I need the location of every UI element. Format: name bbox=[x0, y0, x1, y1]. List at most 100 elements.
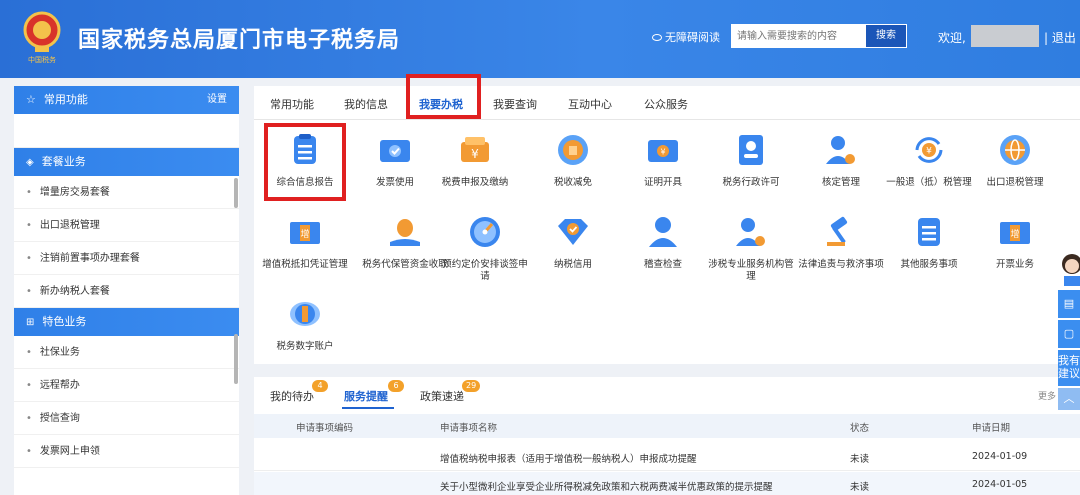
tab-my-info[interactable]: 我的信息 bbox=[344, 96, 388, 112]
sidebar-item[interactable]: • 新办纳税人套餐 bbox=[14, 275, 239, 308]
sidebar-item[interactable]: • 发票网上申领 bbox=[14, 435, 239, 468]
scrollbar-thumb[interactable] bbox=[234, 178, 238, 208]
tab-policy-express[interactable]: 政策速递 bbox=[420, 388, 464, 404]
assistant-avatar-icon[interactable] bbox=[1058, 252, 1080, 286]
service-item[interactable]: 法律追责与救济事项 bbox=[796, 214, 886, 271]
settings-link[interactable]: 设置 bbox=[207, 86, 227, 114]
suggestion-button[interactable]: 我有建议 bbox=[1058, 350, 1080, 386]
column-header: 状态 bbox=[850, 423, 870, 434]
svg-text:增: 增 bbox=[1010, 228, 1019, 240]
tab-common[interactable]: 常用功能 bbox=[270, 96, 314, 112]
bullet-icon: • bbox=[26, 380, 32, 391]
tab-my-todo[interactable]: 我的待办 bbox=[270, 388, 314, 404]
more-link[interactable]: 更多 bbox=[1038, 389, 1056, 402]
agency-user-icon bbox=[736, 218, 765, 246]
sidebar-item[interactable]: • 远程帮办 bbox=[14, 369, 239, 402]
sidebar-item-label: 授信查询 bbox=[39, 413, 80, 424]
sidebar-item[interactable]: • 出口退税管理 bbox=[14, 209, 239, 242]
search-input[interactable] bbox=[731, 24, 865, 48]
sidebar-empty-area bbox=[14, 114, 239, 148]
service-item[interactable]: 核定管理 bbox=[796, 132, 886, 189]
sidebar-header: ☆ 常用功能 设置 bbox=[14, 86, 239, 114]
service-item[interactable]: 税收减免 bbox=[528, 132, 618, 189]
sidebar-item-label: 增量房交易套餐 bbox=[39, 187, 110, 198]
inspector-icon bbox=[649, 217, 677, 247]
accessibility-link[interactable]: 无障碍阅读 bbox=[652, 29, 720, 45]
tab-service-reminder[interactable]: 服务提醒 bbox=[344, 388, 388, 404]
gavel-icon bbox=[827, 216, 848, 246]
separator: | bbox=[1044, 31, 1049, 45]
service-label: 一般退（抵）税管理 bbox=[886, 177, 972, 188]
service-label: 纳税信用 bbox=[553, 259, 592, 270]
service-label: 税务行政许可 bbox=[722, 177, 780, 188]
service-item[interactable]: 稽查检查 bbox=[618, 214, 708, 271]
service-item[interactable]: 税务代保管资金收取 bbox=[360, 214, 450, 271]
service-item[interactable]: 税务数字账户 bbox=[260, 296, 350, 353]
row-status: 未读 bbox=[850, 482, 870, 493]
bullet-icon: • bbox=[26, 286, 32, 297]
search-button[interactable]: 搜索 bbox=[865, 24, 907, 48]
service-item[interactable]: 涉税专业服务机构管理 bbox=[706, 214, 796, 283]
sidebar-item[interactable]: • 社保业务 bbox=[14, 336, 239, 369]
service-label: 出口退税管理 bbox=[986, 177, 1044, 188]
tab-query[interactable]: 我要查询 bbox=[493, 96, 537, 112]
money-bag-hand-icon bbox=[390, 219, 420, 246]
feedback-doc-icon[interactable]: ▤ bbox=[1058, 290, 1080, 318]
tab-label: 政策速递 bbox=[420, 390, 464, 403]
sidebar-item[interactable]: • 注销前置事项办理套餐 bbox=[14, 242, 239, 275]
count-badge: 29 bbox=[462, 380, 481, 392]
list-doc-icon bbox=[918, 218, 940, 246]
service-item[interactable]: 增 增值税抵扣凭证管理 bbox=[260, 214, 350, 271]
tab-interaction[interactable]: 互动中心 bbox=[568, 96, 612, 112]
service-item[interactable]: 增 开票业务 bbox=[970, 214, 1060, 271]
service-label: 税收减免 bbox=[553, 177, 592, 188]
sidebar-group-package[interactable]: ◈ 套餐业务 bbox=[14, 148, 239, 176]
invoice-issue-icon: 增 bbox=[1000, 222, 1030, 244]
service-item[interactable]: 其他服务事项 bbox=[884, 214, 974, 271]
tab-public-service[interactable]: 公众服务 bbox=[644, 96, 688, 112]
eye-icon bbox=[652, 33, 662, 41]
count-badge: 6 bbox=[388, 380, 404, 392]
sidebar-item[interactable]: • 增量房交易套餐 bbox=[14, 176, 239, 209]
tab-bar: 常用功能 我的信息 我要办税 我要查询 互动中心 公众服务 bbox=[254, 86, 1080, 120]
table-row[interactable]: 增值税纳税申报表（适用于增值税一般纳税人）申报成功提醒 未读 2024-01-0… bbox=[254, 444, 1080, 471]
bullet-icon: • bbox=[26, 220, 32, 231]
service-item[interactable]: 纳税信用 bbox=[528, 214, 618, 271]
scroll-top-button[interactable]: ︿ bbox=[1058, 388, 1080, 410]
table-header: 申请事项编码 申请事项名称 状态 申请日期 bbox=[254, 414, 1080, 438]
tab-label: 我的待办 bbox=[270, 390, 314, 403]
column-header: 申请事项名称 bbox=[440, 423, 498, 434]
sidebar-group-featured[interactable]: ⊞ 特色业务 bbox=[14, 308, 239, 336]
sidebar-item-label: 发票网上申领 bbox=[39, 446, 100, 457]
logout-link[interactable]: 退出 bbox=[1052, 31, 1076, 45]
service-item[interactable]: 出口退税管理 bbox=[970, 132, 1060, 189]
bullet-icon: • bbox=[26, 253, 32, 264]
table-row[interactable]: 关于小型微利企业享受企业所得税减免政策和六税两费减半优惠政策的提示提醒 未读 2… bbox=[254, 472, 1080, 495]
service-item[interactable]: 预约定价安排谈签申请 bbox=[440, 214, 530, 283]
group-title: 特色业务 bbox=[42, 315, 87, 328]
service-label: 开票业务 bbox=[995, 259, 1034, 270]
site-header: 中国税务 国家税务总局厦门市电子税务局 无障碍阅读 搜索 欢迎, | 退出 bbox=[0, 0, 1080, 78]
ticket-check-icon bbox=[380, 140, 410, 162]
service-item[interactable]: ¥ 税费申报及缴纳 bbox=[430, 132, 520, 189]
service-label: 增值税抵扣凭证管理 bbox=[262, 259, 348, 270]
svg-text:¥: ¥ bbox=[660, 148, 665, 157]
window-icon[interactable]: ▢ bbox=[1058, 320, 1080, 348]
service-item[interactable]: ¥ 一般退（抵）税管理 bbox=[884, 132, 974, 189]
scrollbar-thumb[interactable] bbox=[234, 334, 238, 384]
service-item[interactable]: ¥ 证明开具 bbox=[618, 132, 708, 189]
count-badge: 4 bbox=[312, 380, 328, 392]
service-label: 稽查检查 bbox=[643, 259, 682, 270]
sidebar-item[interactable]: • 授信查询 bbox=[14, 402, 239, 435]
logout-area: | 退出 bbox=[1044, 29, 1076, 46]
sidebar-item-label: 远程帮办 bbox=[39, 380, 80, 391]
coin-reduce-icon bbox=[558, 135, 588, 165]
compass-icon bbox=[470, 217, 500, 247]
digital-account-icon bbox=[290, 302, 320, 326]
site-title: 国家税务总局厦门市电子税务局 bbox=[78, 28, 401, 53]
grid-icon: ⊞ bbox=[26, 317, 35, 328]
service-item[interactable]: 发票使用 bbox=[350, 132, 440, 189]
invoice-stack-icon: 增 bbox=[290, 222, 320, 244]
service-item[interactable]: 税务行政许可 bbox=[706, 132, 796, 189]
bullet-icon: • bbox=[26, 347, 32, 358]
